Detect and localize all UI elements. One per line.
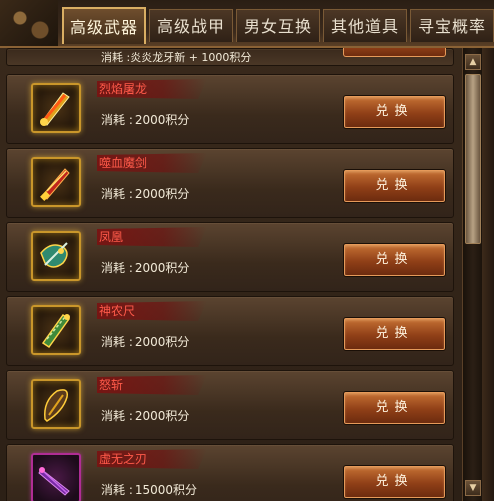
list-item: 神农尺 消耗 :2000积分 兑换 — [6, 296, 454, 366]
exchange-button[interactable]: 兑换 — [343, 317, 446, 351]
item-name: 怒斩 — [99, 378, 124, 392]
item-cost: 消耗 :炎炎龙牙新 + 1000积分 — [101, 51, 252, 64]
list-item: 凤凰 消耗 :2000积分 兑换 — [6, 222, 454, 292]
corner-ornament — [0, 0, 58, 46]
scroll-down-icon[interactable]: ▼ — [465, 480, 481, 496]
item-list: 消耗 :炎炎龙牙新 + 1000积分 烈焰屠龙 消耗 :2000积分 兑换 噬血… — [0, 48, 460, 501]
item-cost: 消耗 :2000积分 — [101, 409, 190, 423]
list-item: 烈焰屠龙 消耗 :2000积分 兑换 — [6, 74, 454, 144]
list-item-partial: 消耗 :炎炎龙牙新 + 1000积分 — [6, 48, 454, 66]
green-ruler-icon — [31, 305, 81, 355]
purple-blade-icon — [31, 453, 81, 501]
exchange-panel: 高级武器 高级战甲 男女互换 其他道具 寻宝概率 消耗 :炎炎龙牙新 + 100… — [0, 0, 494, 501]
item-name: 神农尺 — [99, 304, 136, 318]
tab-advanced-armor[interactable]: 高级战甲 — [149, 9, 233, 42]
tab-advanced-weapons[interactable]: 高级武器 — [62, 7, 146, 44]
item-cost: 消耗 :15000积分 — [101, 483, 198, 497]
tab-bar: 高级武器 高级战甲 男女互换 其他道具 寻宝概率 — [0, 0, 494, 48]
exchange-button[interactable]: 兑换 — [343, 95, 446, 129]
exchange-button[interactable]: 兑换 — [343, 243, 446, 277]
item-cost: 消耗 :2000积分 — [101, 187, 190, 201]
scrollbar[interactable]: ▲ ▼ — [462, 48, 483, 501]
list-item: 噬血魔剑 消耗 :2000积分 兑换 — [6, 148, 454, 218]
frame-edge — [482, 48, 494, 501]
item-cost: 消耗 :2000积分 — [101, 113, 190, 127]
scroll-thumb[interactable] — [465, 74, 481, 244]
item-name: 烈焰屠龙 — [99, 82, 148, 96]
item-name: 凤凰 — [99, 230, 124, 244]
list-item: 怒斩 消耗 :2000积分 兑换 — [6, 370, 454, 440]
exchange-button[interactable]: 兑换 — [343, 465, 446, 499]
exchange-button[interactable]: 兑换 — [343, 169, 446, 203]
tab-treasure-odds[interactable]: 寻宝概率 — [410, 9, 494, 42]
golden-sword-icon — [31, 83, 81, 133]
list-item: 虚无之刃 消耗 :15000积分 兑换 — [6, 444, 454, 501]
exchange-button[interactable] — [343, 48, 446, 57]
item-name: 噬血魔剑 — [99, 156, 148, 170]
exchange-button[interactable]: 兑换 — [343, 391, 446, 425]
tab-other-items[interactable]: 其他道具 — [323, 9, 407, 42]
red-blade-icon — [31, 157, 81, 207]
scroll-up-icon[interactable]: ▲ — [465, 54, 481, 70]
phoenix-sword-icon — [31, 231, 81, 281]
item-cost: 消耗 :2000积分 — [101, 261, 190, 275]
item-name: 虚无之刃 — [99, 452, 148, 466]
dark-blade-icon — [31, 379, 81, 429]
tab-gender-swap[interactable]: 男女互换 — [236, 9, 320, 42]
item-cost: 消耗 :2000积分 — [101, 335, 190, 349]
